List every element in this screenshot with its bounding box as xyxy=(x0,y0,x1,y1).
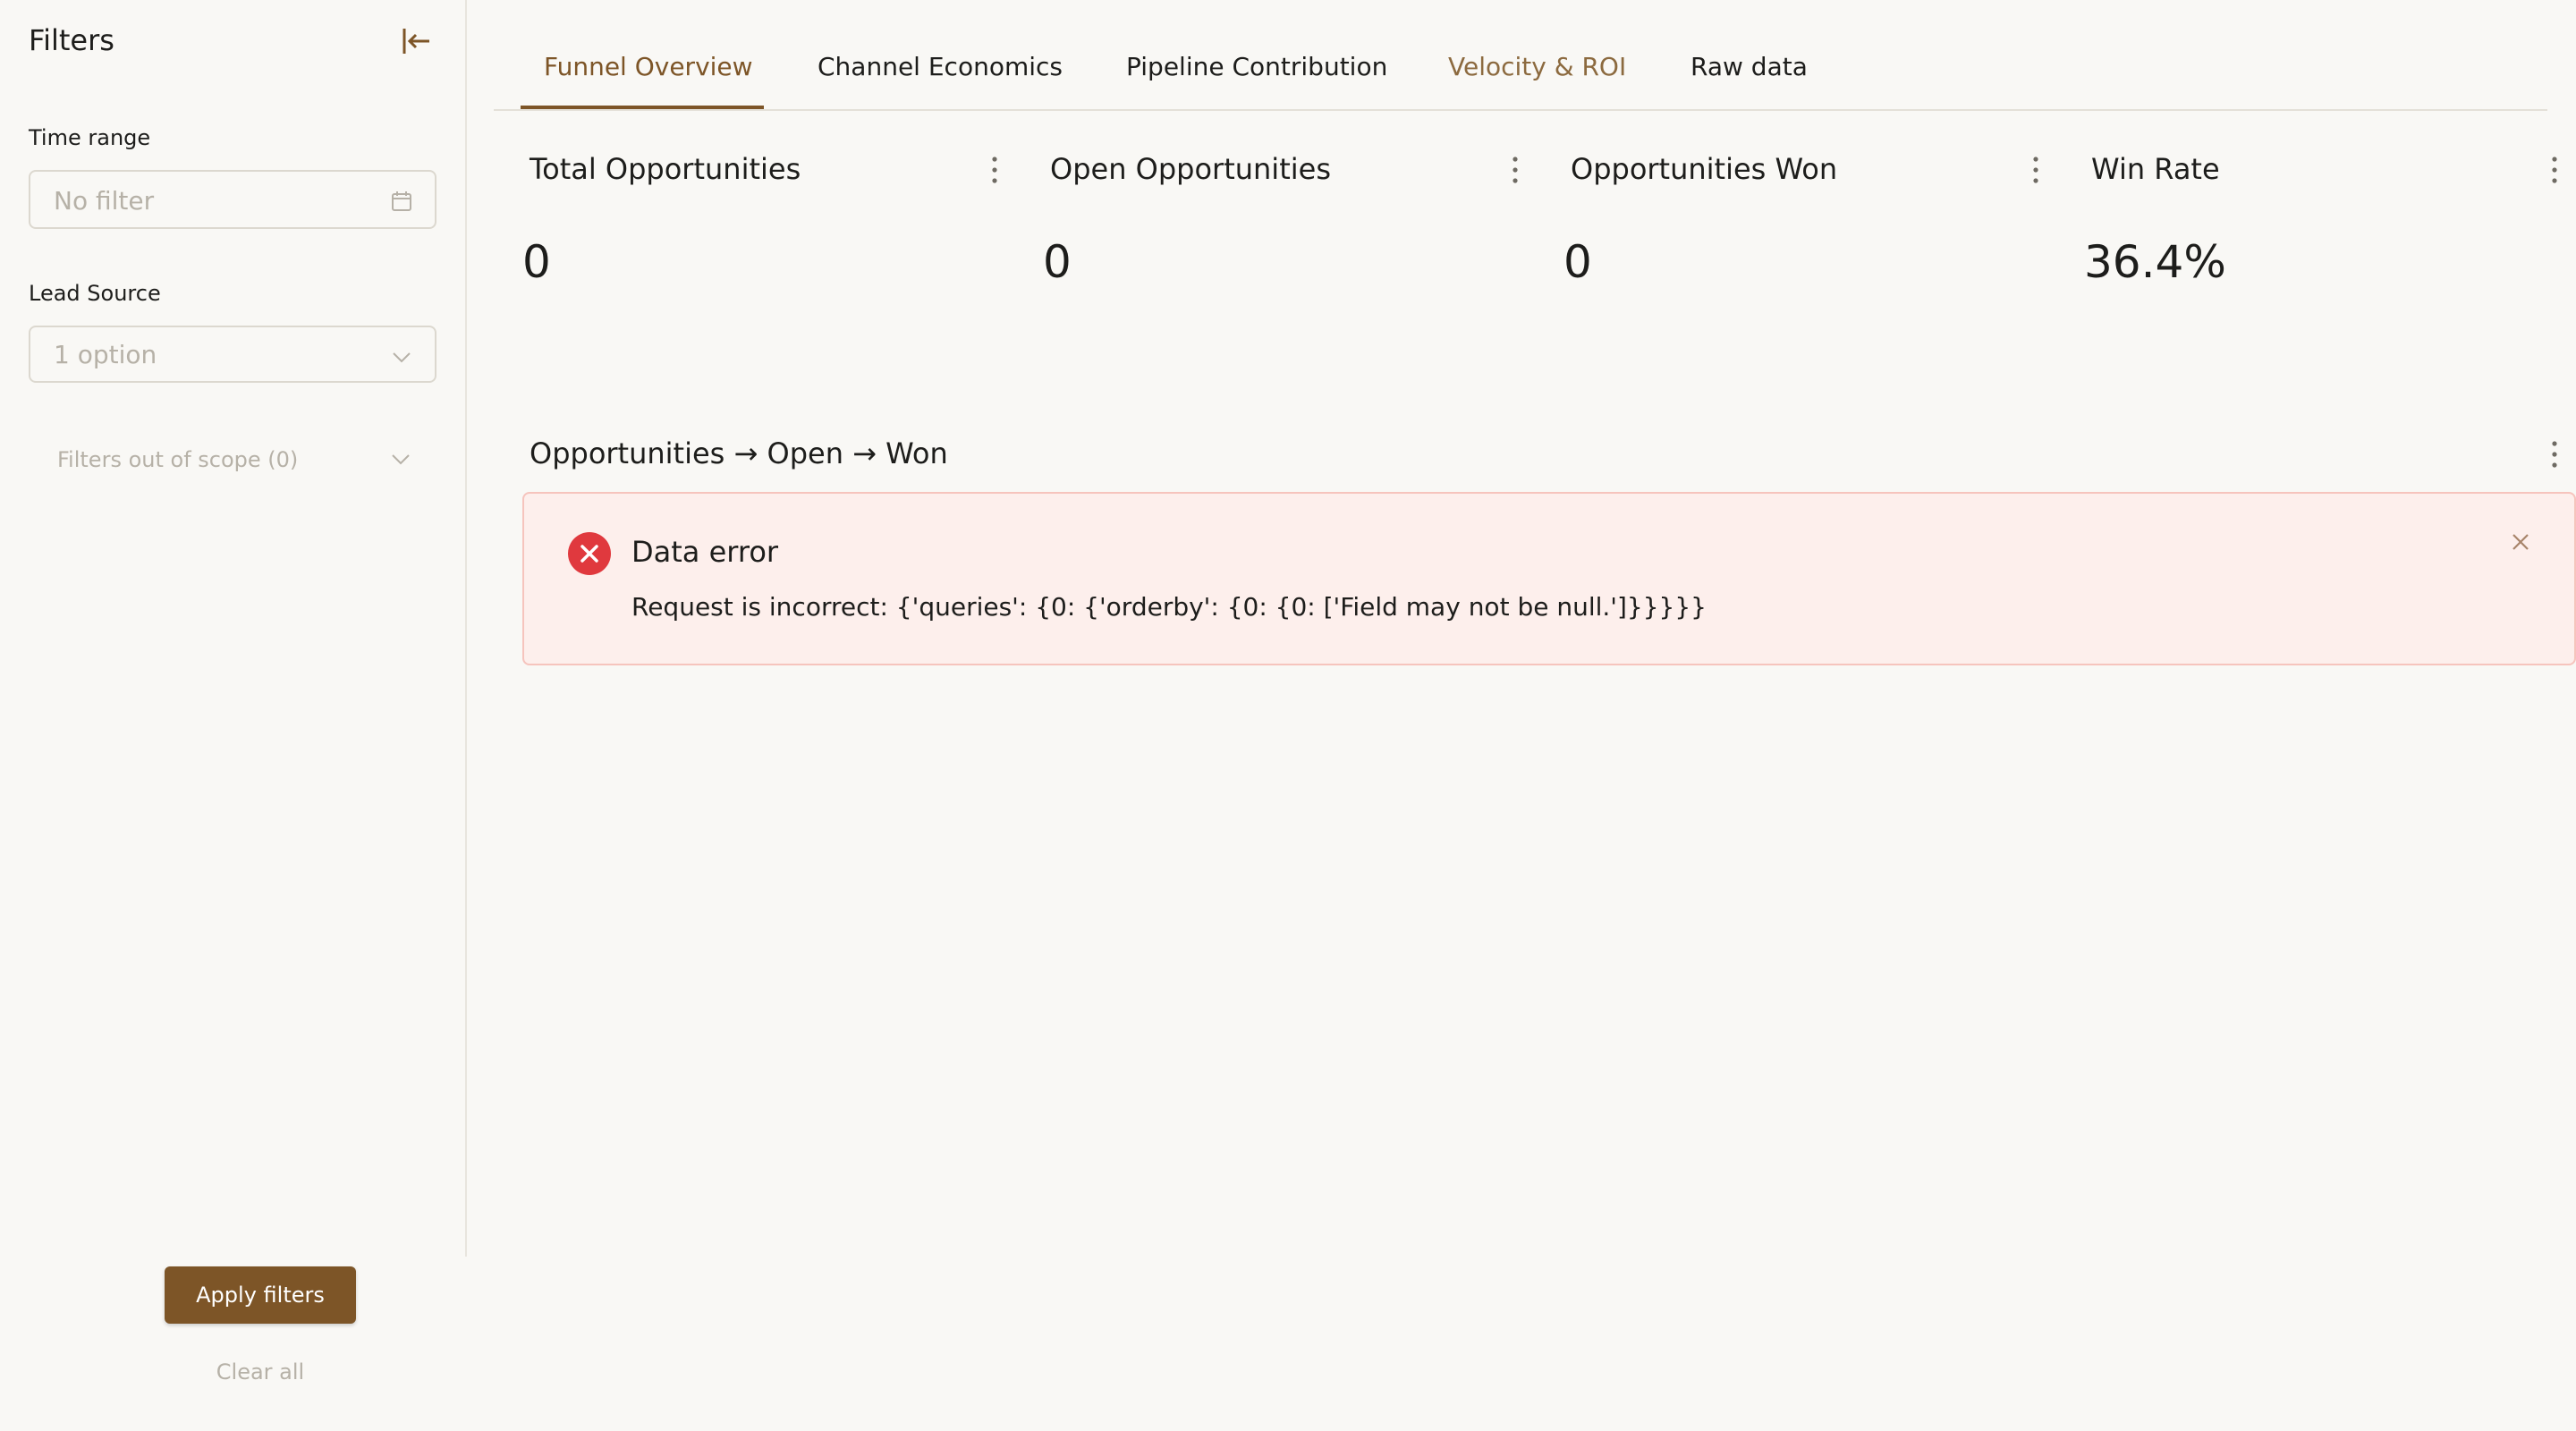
tab-velocity-roi[interactable]: Velocity & ROI xyxy=(1448,52,1626,81)
clear-all-button[interactable]: Clear all xyxy=(179,1359,342,1390)
more-options-icon[interactable] xyxy=(987,154,1002,186)
error-circle-icon xyxy=(567,531,612,576)
collapse-left-icon[interactable] xyxy=(399,25,435,57)
lead-source-select[interactable]: 1 option xyxy=(29,326,436,383)
tab-raw-data[interactable]: Raw data xyxy=(1690,52,1808,81)
filters-out-of-scope-label: Filters out of scope (0) xyxy=(57,447,299,472)
kpi-title: Open Opportunities xyxy=(1050,152,1331,186)
time-range-label: Time range xyxy=(29,125,151,150)
more-options-icon[interactable] xyxy=(2029,154,2043,186)
more-options-icon[interactable] xyxy=(1508,154,1522,186)
time-range-placeholder: No filter xyxy=(54,186,155,216)
tab-channel-economics[interactable]: Channel Economics xyxy=(818,52,1063,81)
tab-funnel-overview[interactable]: Funnel Overview xyxy=(544,52,753,81)
time-range-input[interactable]: No filter xyxy=(29,170,436,229)
kpi-card-total-opportunities: Total Opportunities 0 xyxy=(522,143,1030,304)
more-options-icon[interactable] xyxy=(2547,438,2562,470)
lead-source-placeholder: 1 option xyxy=(54,340,157,369)
kpi-card-win-rate: Win Rate 36.4% xyxy=(2084,143,2574,304)
lead-source-label: Lead Source xyxy=(29,281,161,306)
filters-out-of-scope-toggle[interactable]: Filters out of scope (0) xyxy=(57,445,411,476)
close-icon[interactable] xyxy=(2510,531,2531,553)
tab-pipeline-contribution[interactable]: Pipeline Contribution xyxy=(1126,52,1387,81)
kpi-title: Opportunities Won xyxy=(1571,152,1838,186)
kpi-value: 0 xyxy=(1043,236,1072,288)
kpi-card-open-opportunities: Open Opportunities 0 xyxy=(1043,143,1551,304)
apply-filters-button[interactable]: Apply filters xyxy=(165,1266,356,1324)
kpi-value: 0 xyxy=(522,236,551,288)
filters-sidebar: Filters Time range No filter Lead Source xyxy=(0,0,467,1431)
calendar-icon xyxy=(390,190,413,213)
chevron-down-icon xyxy=(390,451,411,469)
kpi-value: 36.4% xyxy=(2084,236,2226,288)
kpi-title: Win Rate xyxy=(2091,152,2220,186)
sidebar-divider xyxy=(465,0,467,1257)
chart-title: Opportunities → Open → Won xyxy=(530,436,948,470)
chevron-down-icon xyxy=(390,345,413,368)
data-error-alert: Data error Request is incorrect: {'queri… xyxy=(522,492,2576,665)
kpi-value: 0 xyxy=(1563,236,1592,288)
error-title: Data error xyxy=(631,535,779,569)
more-options-icon[interactable] xyxy=(2547,154,2562,186)
active-tab-indicator xyxy=(521,106,764,109)
kpi-card-opportunities-won: Opportunities Won 0 xyxy=(1563,143,2072,304)
sidebar-title: Filters xyxy=(29,23,114,57)
kpi-title: Total Opportunities xyxy=(530,152,801,186)
dashboard-tabs: Funnel Overview Channel Economics Pipeli… xyxy=(494,0,2547,111)
error-message: Request is incorrect: {'queries': {0: {'… xyxy=(631,592,1707,622)
dashboard-page: Filters Time range No filter Lead Source xyxy=(0,0,2576,1431)
